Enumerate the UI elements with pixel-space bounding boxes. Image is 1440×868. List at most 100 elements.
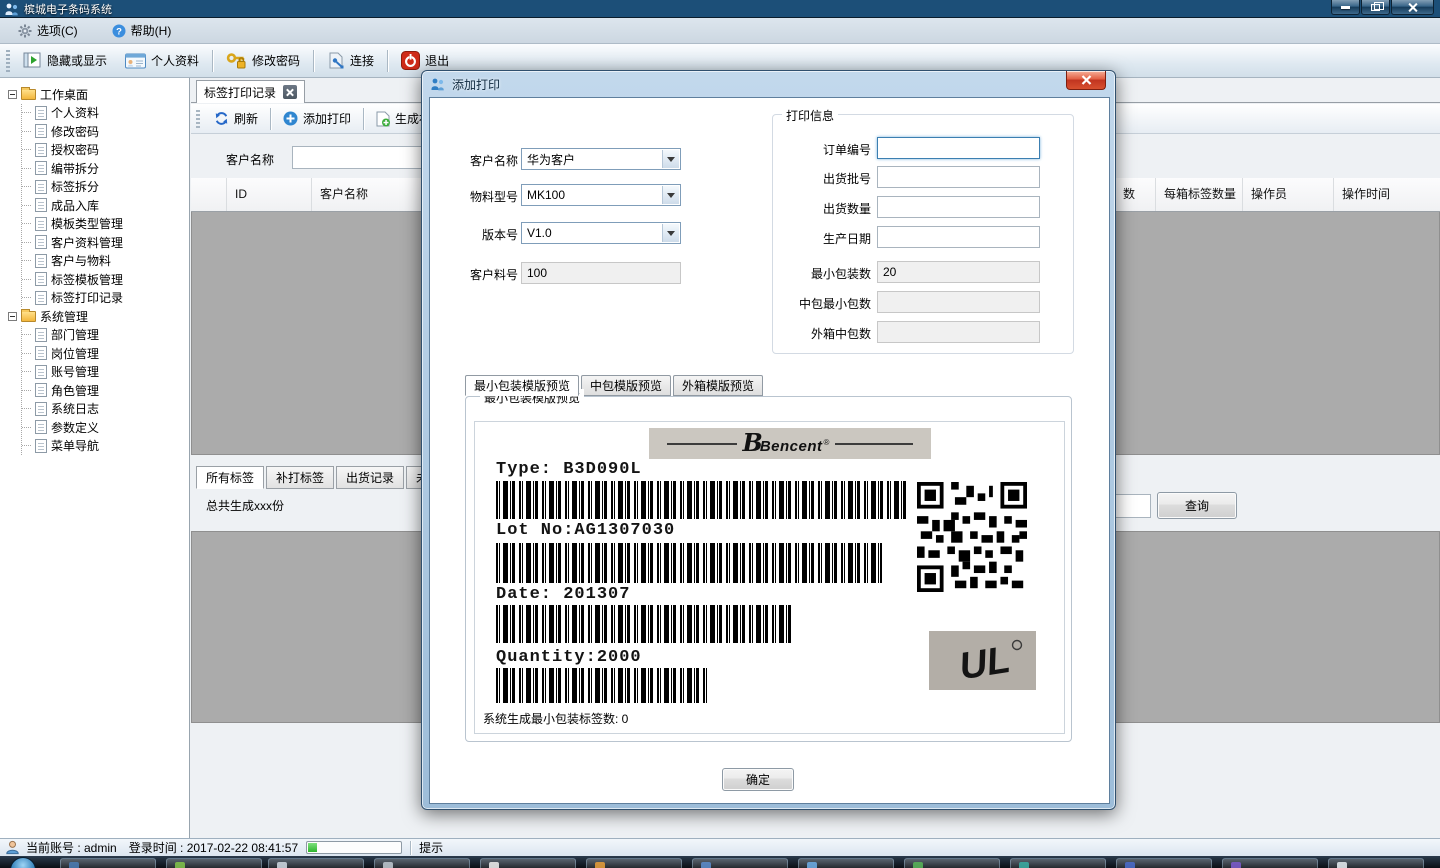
toggle-panel-button[interactable]: 隐藏或显示 [14, 47, 116, 75]
tree-item-label-template[interactable]: 标签模板管理 [22, 270, 189, 289]
menu-item-options[interactable]: 选项(C) [14, 21, 82, 41]
customer-name-label: 客户名称 [226, 151, 274, 168]
taskbar-button[interactable] [1010, 858, 1106, 868]
document-icon [35, 328, 47, 342]
mid-min-input[interactable] [877, 291, 1040, 313]
tree-item-tape-split[interactable]: 编带拆分 [22, 159, 189, 178]
tab-mid-pack-preview[interactable]: 中包模版预览 [581, 375, 671, 396]
profile-button[interactable]: 个人资料 [116, 47, 208, 75]
document-icon [35, 346, 47, 360]
tab-min-pack-preview[interactable]: 最小包装模版预览 [465, 375, 579, 396]
connect-icon [327, 52, 345, 69]
tree-group-system[interactable]: 系统管理 [8, 307, 189, 326]
tree-item-print-record[interactable]: 标签打印记录 [22, 289, 189, 308]
refresh-button[interactable]: 刷新 [206, 107, 266, 131]
tree-item-label: 授权密码 [51, 141, 99, 158]
change-password-label: 修改密码 [252, 52, 300, 69]
tree-item-label: 模板类型管理 [51, 215, 123, 232]
tree-item-label-split[interactable]: 标签拆分 [22, 178, 189, 197]
document-icon [35, 383, 47, 397]
tree-item-position[interactable]: 岗位管理 [22, 344, 189, 363]
taskbar-button[interactable] [166, 858, 262, 868]
close-button[interactable] [1391, 0, 1434, 15]
ok-button[interactable]: 确定 [722, 768, 794, 791]
taskbar-button[interactable] [1116, 858, 1212, 868]
tree-item-template-type[interactable]: 模板类型管理 [22, 215, 189, 234]
tree-item-customer-info[interactable]: 客户资料管理 [22, 233, 189, 252]
menu-item-help[interactable]: ? 帮助(H) [108, 21, 176, 41]
tree-item-change-password[interactable]: 修改密码 [22, 122, 189, 141]
tab-print-record[interactable]: 标签打印记录 [196, 80, 305, 103]
material-combo[interactable]: MK100 [521, 184, 681, 206]
connect-button[interactable]: 连接 [318, 47, 383, 75]
svg-text:?: ? [116, 26, 122, 37]
part-no-input[interactable] [521, 262, 681, 284]
taskbar-button[interactable] [798, 858, 894, 868]
taskbar-button[interactable] [374, 858, 470, 868]
taskbar-button[interactable] [60, 858, 156, 868]
ship-batch-input[interactable] [877, 166, 1040, 188]
tree-item-label: 标签拆分 [51, 178, 99, 195]
tree-item-menu-nav[interactable]: 菜单导航 [22, 437, 189, 456]
tree-item-system-log[interactable]: 系统日志 [22, 400, 189, 419]
taskbar-button[interactable] [692, 858, 788, 868]
tree-expander[interactable] [8, 312, 17, 321]
tree-item-parameter[interactable]: 参数定义 [22, 418, 189, 437]
customer-combo[interactable]: 华为客户 [521, 148, 681, 170]
taskbar-button[interactable] [268, 858, 364, 868]
tab-reprint-labels[interactable]: 补打标签 [266, 466, 334, 489]
document-icon [35, 180, 47, 194]
tree-item-stock-in[interactable]: 成品入库 [22, 196, 189, 215]
tree-expander[interactable] [8, 90, 17, 99]
tab-outer-box-preview[interactable]: 外箱模版预览 [673, 375, 763, 396]
print-info-title: 打印信息 [782, 107, 838, 124]
combo-dropdown-button[interactable] [662, 224, 679, 242]
min-pack-label: 最小包装数 [776, 265, 871, 282]
dialog-close-button[interactable] [1066, 71, 1106, 90]
min-pack-input[interactable] [877, 261, 1040, 283]
combo-dropdown-button[interactable] [662, 150, 679, 168]
combo-dropdown-button[interactable] [662, 186, 679, 204]
document-icon [35, 106, 47, 120]
label-preview-canvas: B Bencent ® Type: B3D090L Lot No:AG13070… [474, 421, 1065, 734]
document-icon [35, 124, 47, 138]
ship-batch-label: 出货批号 [776, 170, 871, 187]
version-combo-value: V1.0 [527, 226, 552, 240]
minimize-button[interactable] [1331, 0, 1360, 15]
exit-label: 退出 [425, 52, 449, 69]
taskbar-button[interactable] [480, 858, 576, 868]
tree-item-auth-password[interactable]: 授权密码 [22, 141, 189, 160]
tree-item-label: 标签打印记录 [51, 289, 123, 306]
tree-item-account[interactable]: 账号管理 [22, 363, 189, 382]
taskbar-button[interactable] [586, 858, 682, 868]
document-icon [35, 402, 47, 416]
customer-name-input[interactable] [292, 146, 425, 169]
tab-all-labels[interactable]: 所有标签 [196, 466, 264, 489]
ship-qty-input[interactable] [877, 196, 1040, 218]
tree-item-label: 部门管理 [51, 326, 99, 343]
generated-count-text: 系统生成最小包装标签数: 0 [483, 710, 628, 727]
order-no-input[interactable] [877, 137, 1040, 159]
tree-group-workdesk[interactable]: 工作桌面 [8, 85, 189, 104]
tab-shipment-record[interactable]: 出货记录 [336, 466, 404, 489]
part-no-label: 客户料号 [440, 266, 518, 283]
add-print-button[interactable]: 添加打印 [275, 107, 359, 131]
date-text: Date: 201307 [496, 585, 630, 604]
prod-date-input[interactable] [877, 226, 1040, 248]
change-password-button[interactable]: 修改密码 [217, 47, 309, 75]
tree-item-personal-info[interactable]: 个人资料 [22, 104, 189, 123]
tab-close-icon[interactable] [283, 85, 297, 99]
restore-button[interactable] [1361, 0, 1390, 15]
taskbar-button[interactable] [1222, 858, 1318, 868]
tree-item-customer-material[interactable]: 客户与物料 [22, 252, 189, 271]
outer-mid-input[interactable] [877, 321, 1040, 343]
key-icon [226, 52, 247, 69]
tree-item-department[interactable]: 部门管理 [22, 326, 189, 345]
query-button[interactable]: 查询 [1157, 492, 1237, 519]
start-button[interactable] [10, 857, 36, 868]
taskbar-button[interactable] [1328, 858, 1424, 868]
tree-item-role[interactable]: 角色管理 [22, 381, 189, 400]
taskbar-button[interactable] [904, 858, 1000, 868]
prod-date-label: 生产日期 [776, 230, 871, 247]
version-combo[interactable]: V1.0 [521, 222, 681, 244]
